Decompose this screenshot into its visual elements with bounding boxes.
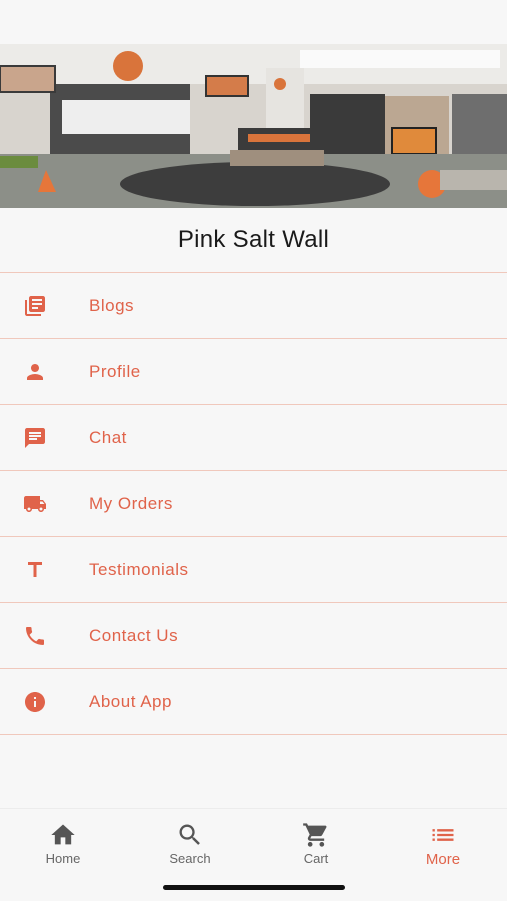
tab-home[interactable]: Home (3, 821, 123, 869)
tab-cart[interactable]: Cart (256, 821, 376, 869)
truck-icon (0, 492, 70, 516)
menu-item-contact-us[interactable]: Contact Us (0, 603, 507, 669)
info-icon (0, 690, 70, 714)
menu-item-profile[interactable]: Profile (0, 339, 507, 405)
menu-item-about-app[interactable]: About App (0, 669, 507, 735)
list-icon (383, 821, 503, 849)
cart-icon (256, 821, 376, 849)
text-t-icon (0, 558, 70, 582)
menu-item-label: Chat (89, 427, 127, 447)
home-indicator (163, 885, 345, 890)
menu-item-blogs[interactable]: Blogs (0, 273, 507, 339)
hero-banner-image (0, 44, 507, 208)
home-icon (3, 821, 123, 849)
menu-item-label: My Orders (89, 493, 173, 513)
search-icon (130, 821, 250, 849)
tab-label: Cart (303, 851, 329, 866)
tab-label: Search (169, 851, 211, 866)
blog-icon (0, 294, 70, 318)
menu-item-label: Blogs (89, 295, 135, 315)
person-icon (0, 360, 70, 384)
tab-label: More (425, 851, 461, 868)
menu-item-chat[interactable]: Chat (0, 405, 507, 471)
tab-search[interactable]: Search (130, 821, 250, 869)
chat-icon (0, 426, 70, 450)
menu-item-label: Profile (89, 361, 141, 381)
menu-item-label: Contact Us (89, 625, 179, 645)
menu-item-my-orders[interactable]: My Orders (0, 471, 507, 537)
more-menu-list: Blogs Profile Chat My Orders Testimonial… (0, 272, 507, 735)
tab-label: Home (45, 851, 81, 866)
menu-item-testimonials[interactable]: Testimonials (0, 537, 507, 603)
status-bar (0, 0, 507, 44)
menu-item-label: Testimonials (89, 559, 189, 579)
brand-title: Pink Salt Wall (177, 226, 330, 253)
tab-more[interactable]: More (383, 821, 503, 869)
phone-icon (0, 624, 70, 648)
menu-item-label: About App (89, 691, 172, 711)
